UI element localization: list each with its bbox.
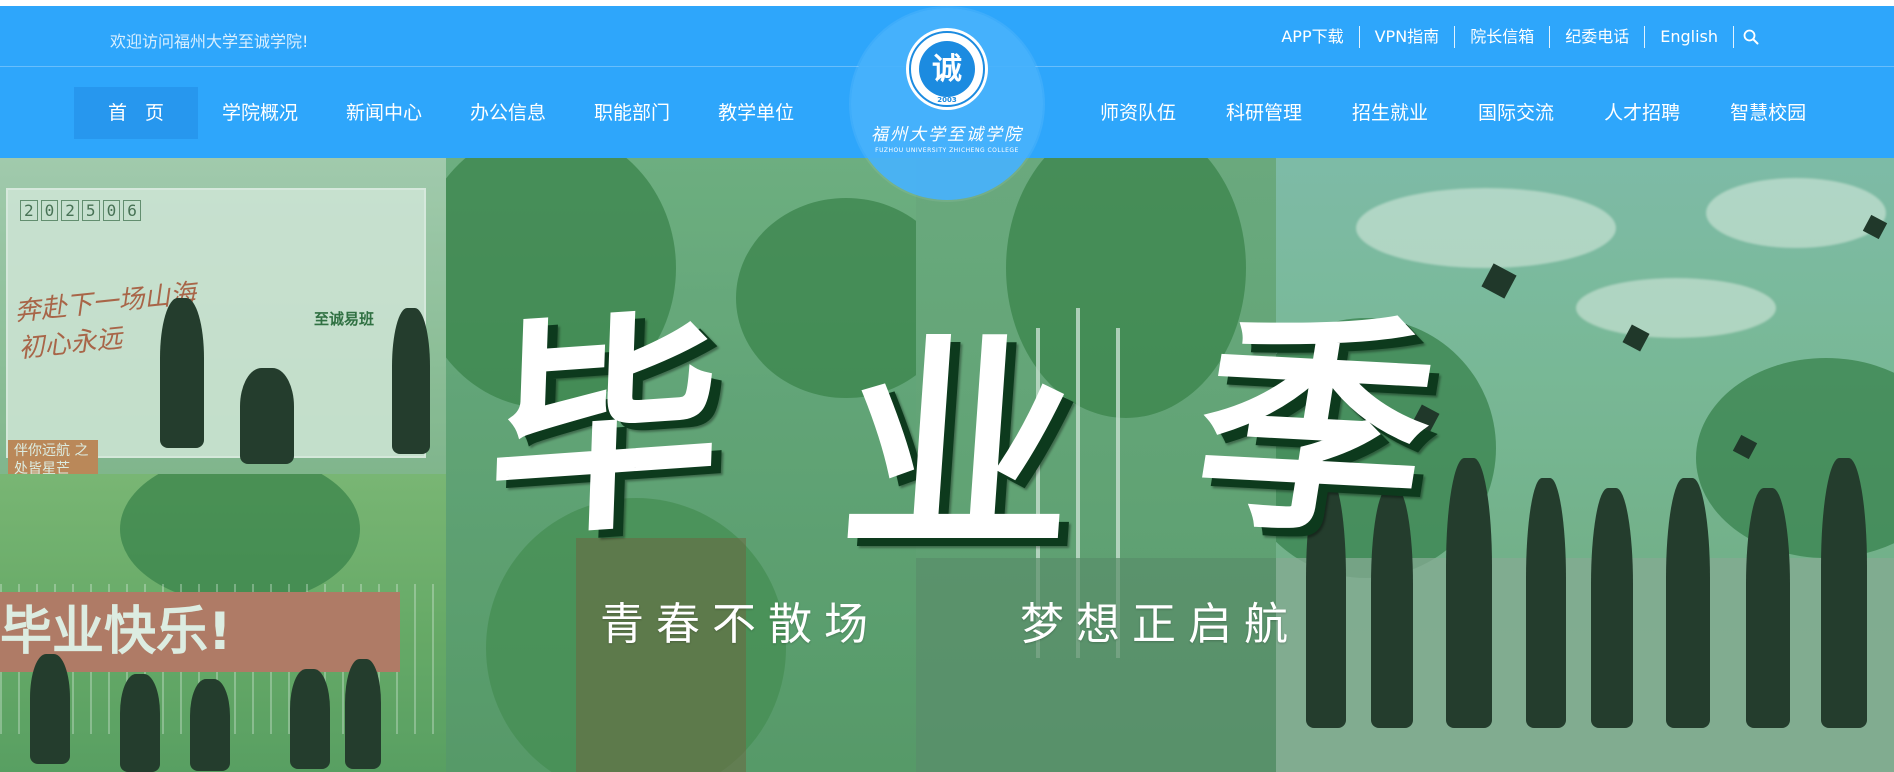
nav-item-news[interactable]: 新闻中心 bbox=[322, 87, 446, 139]
headline-char: 业 bbox=[834, 313, 1084, 583]
nav-item-smart-campus[interactable]: 智慧校园 bbox=[1705, 87, 1831, 139]
search-icon[interactable] bbox=[1734, 26, 1768, 48]
nav-item-recruitment[interactable]: 人才招聘 bbox=[1579, 87, 1705, 139]
vpn-guide-link[interactable]: VPN指南 bbox=[1360, 26, 1456, 48]
headline-graduation-season: 毕 业 季 bbox=[485, 258, 1451, 598]
nav-item-office[interactable]: 办公信息 bbox=[446, 87, 570, 139]
college-logo[interactable]: 诚 2003 福州大学至诚学院 FUZHOU UNIVERSITY ZHICHE… bbox=[851, 8, 1043, 200]
nav-item-teaching-units[interactable]: 教学单位 bbox=[694, 87, 818, 139]
subtitle-left: 青春不散场 bbox=[600, 599, 880, 650]
nav-right-group: 师资队伍 科研管理 招生就业 国际交流 人才招聘 智慧校园 bbox=[1075, 67, 1831, 158]
nav-item-admissions[interactable]: 招生就业 bbox=[1327, 87, 1453, 139]
hero-banner[interactable]: 202506 奔赴下一场山海 初心永远 至诚易班 伴你远航 之处皆星芒 毕业快乐… bbox=[0, 158, 1894, 772]
nav-item-home[interactable]: 首页 bbox=[74, 86, 198, 139]
headline-char: 毕 bbox=[484, 285, 726, 571]
nav-item-international[interactable]: 国际交流 bbox=[1453, 87, 1579, 139]
headline-subtitle: 青春不散场 梦想正启航 bbox=[600, 588, 1300, 652]
college-seal-icon: 诚 2003 bbox=[906, 28, 988, 110]
nav-item-departments[interactable]: 职能部门 bbox=[570, 87, 694, 139]
nav-item-research[interactable]: 科研管理 bbox=[1201, 87, 1327, 139]
logo-name-en: FUZHOU UNIVERSITY ZHICHENG COLLEGE bbox=[875, 147, 1019, 154]
welcome-text: 欢迎访问福州大学至诚学院! bbox=[110, 32, 309, 51]
app-download-link[interactable]: APP下载 bbox=[1266, 26, 1360, 48]
seal-year: 2003 bbox=[937, 96, 957, 104]
top-links: APP下载 VPN指南 院长信箱 纪委电话 English bbox=[1266, 26, 1768, 48]
discipline-phone-link[interactable]: 纪委电话 bbox=[1550, 26, 1646, 48]
nav-item-faculty[interactable]: 师资队伍 bbox=[1075, 87, 1201, 139]
english-link[interactable]: English bbox=[1645, 26, 1734, 48]
nav-item-about[interactable]: 学院概况 bbox=[198, 87, 322, 139]
nav-left-group: 首页 学院概况 新闻中心 办公信息 职能部门 教学单位 bbox=[74, 67, 818, 158]
seal-char: 诚 bbox=[932, 52, 962, 87]
subtitle-right: 梦想正启航 bbox=[1020, 599, 1300, 650]
logo-name-cn: 福州大学至诚学院 bbox=[871, 125, 1023, 145]
president-mailbox-link[interactable]: 院长信箱 bbox=[1455, 26, 1551, 48]
headline-char: 季 bbox=[1179, 287, 1451, 569]
